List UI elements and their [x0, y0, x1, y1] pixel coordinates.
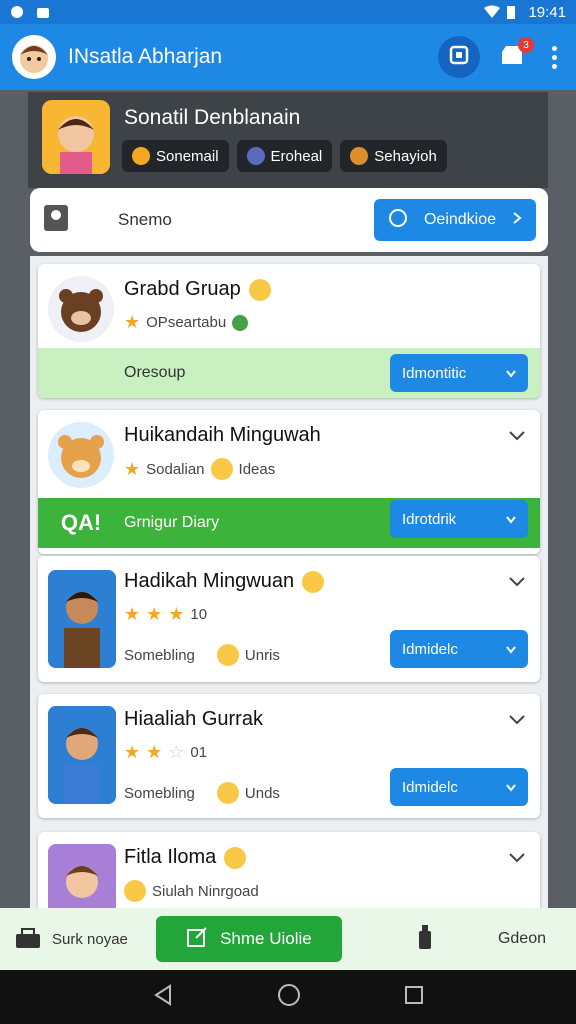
chevron-down-icon[interactable]	[508, 426, 526, 444]
avatar	[48, 706, 116, 804]
item-name: Huikandaih Minguwah	[124, 424, 321, 446]
item-subtitle: ★ Sodalian Ideas	[124, 458, 276, 480]
bottle-icon[interactable]	[416, 923, 434, 956]
emoji-icon	[124, 880, 146, 902]
profile-header: Sonatil Denblanain Sonemail Eroheal Seha…	[28, 92, 548, 188]
save-button[interactable]	[438, 36, 480, 78]
chevron-down-icon	[506, 511, 516, 528]
back-icon[interactable]	[152, 983, 174, 1011]
item-name: Grabd Gruap	[124, 278, 271, 301]
share-button[interactable]: Shme Uiolie	[155, 916, 342, 962]
system-nav-bar	[0, 970, 576, 1024]
item-band: QA! Grnigur Diary Idrotdrik	[38, 498, 540, 548]
notification-bag-icon	[36, 5, 50, 19]
item-name: Hiaaliah Gurrak	[124, 708, 263, 730]
item-name: Fitla Iloma	[124, 846, 247, 869]
search-card: Snemo Oeindkioe	[30, 188, 548, 252]
item-action-button[interactable]: Idmontitic	[390, 354, 528, 392]
notification-app-icon	[10, 5, 24, 19]
list-item[interactable]: Grabd Gruap ★ OPseartabu Oresoup Idmontit…	[38, 264, 540, 398]
rating: ★ ★ ★ 10	[124, 604, 208, 624]
status-dot-icon	[232, 314, 249, 331]
emoji-icon	[216, 644, 239, 666]
emoji-icon	[248, 278, 271, 301]
edit-icon	[186, 926, 208, 953]
app-title: INsatla Abharjan	[68, 45, 223, 68]
avatar	[48, 422, 114, 488]
item-subtitle: ★ OPseartabu	[124, 312, 249, 333]
chevron-down-icon	[506, 779, 516, 796]
bottom-action-bar: Surk noyae Shme Uiolie Gdeon	[0, 908, 576, 970]
emoji-icon	[224, 846, 247, 869]
chevron-down-icon[interactable]	[508, 572, 526, 590]
rating: ★ ★ ☆ 01	[124, 742, 208, 762]
item-name: Hadikah Mingwuan	[124, 570, 325, 593]
list-item[interactable]: Huikandaih Minguwah ★ Sodalian Ideas QA! G…	[38, 410, 540, 554]
item-subtitle: Somebling Unds	[124, 782, 280, 804]
list-item[interactable]: Fitla Iloma Siulah Ninrgoad	[38, 832, 540, 908]
left-action[interactable]: Surk noyae	[14, 924, 128, 954]
item-subtitle: Siulah Ninrgoad	[124, 880, 259, 902]
search-label: Snemo	[118, 210, 172, 229]
clock-icon	[388, 208, 408, 233]
more-options-button[interactable]	[544, 45, 564, 69]
save-icon	[449, 45, 469, 70]
item-subtitle: Somebling Unris	[124, 644, 280, 666]
profile-name: Sonatil Denblanain	[124, 106, 301, 129]
list-item[interactable]: Hadikah Mingwuan ★ ★ ★ 10 Somebling Unris Id…	[38, 556, 540, 682]
emoji-icon	[210, 458, 233, 480]
chip-icon	[132, 147, 150, 165]
profile-picture	[42, 100, 110, 174]
profile-chip[interactable]: Eroheal	[236, 140, 333, 172]
avatar	[48, 570, 116, 668]
profile-chip[interactable]: Sonemail	[122, 140, 229, 172]
item-action-button[interactable]: Idmidelc	[390, 630, 528, 668]
chevron-down-icon[interactable]	[508, 848, 526, 866]
chip-icon	[246, 147, 265, 165]
bag-icon	[14, 924, 42, 954]
connect-button[interactable]: Oeindkioe	[374, 199, 536, 241]
chip-icon	[350, 147, 369, 165]
wifi-icon	[484, 5, 501, 19]
status-time: 19:41	[528, 3, 566, 21]
emoji-icon	[216, 782, 239, 804]
contact-icon	[42, 203, 72, 238]
recents-icon[interactable]	[404, 985, 424, 1010]
right-action[interactable]: Gdeon	[498, 930, 546, 948]
item-action-button[interactable]: Idmidelc	[390, 768, 528, 806]
band-badge: QA!	[60, 510, 102, 535]
notifications-button[interactable]: 3	[498, 37, 534, 71]
avatar	[48, 276, 114, 342]
item-band: Oresoup Idmontitic	[38, 348, 540, 398]
app-bar: INsatla Abharjan 3	[0, 24, 576, 90]
notification-badge: 3	[518, 37, 534, 53]
app-avatar[interactable]	[12, 35, 56, 79]
item-action-button[interactable]: Idrotdrik	[390, 500, 528, 538]
status-bar: 19:41	[0, 0, 576, 24]
star-icon: ★	[124, 312, 141, 332]
chevron-down-icon	[506, 365, 516, 382]
star-icon: ★	[124, 458, 141, 479]
chevron-down-icon[interactable]	[508, 710, 526, 728]
battery-icon	[506, 5, 520, 19]
avatar	[48, 844, 116, 908]
emoji-icon	[302, 570, 325, 593]
profile-chip[interactable]: Sehayioh	[340, 140, 447, 172]
home-icon[interactable]	[277, 983, 301, 1012]
list-item[interactable]: Hiaaliah Gurrak ★ ★ ☆ 01 Somebling Unds Idmi…	[38, 694, 540, 818]
chevron-right-icon	[512, 211, 522, 230]
group-list: Grabd Gruap ★ OPseartabu Oresoup Idmontit…	[30, 256, 548, 908]
chevron-down-icon	[506, 641, 516, 658]
